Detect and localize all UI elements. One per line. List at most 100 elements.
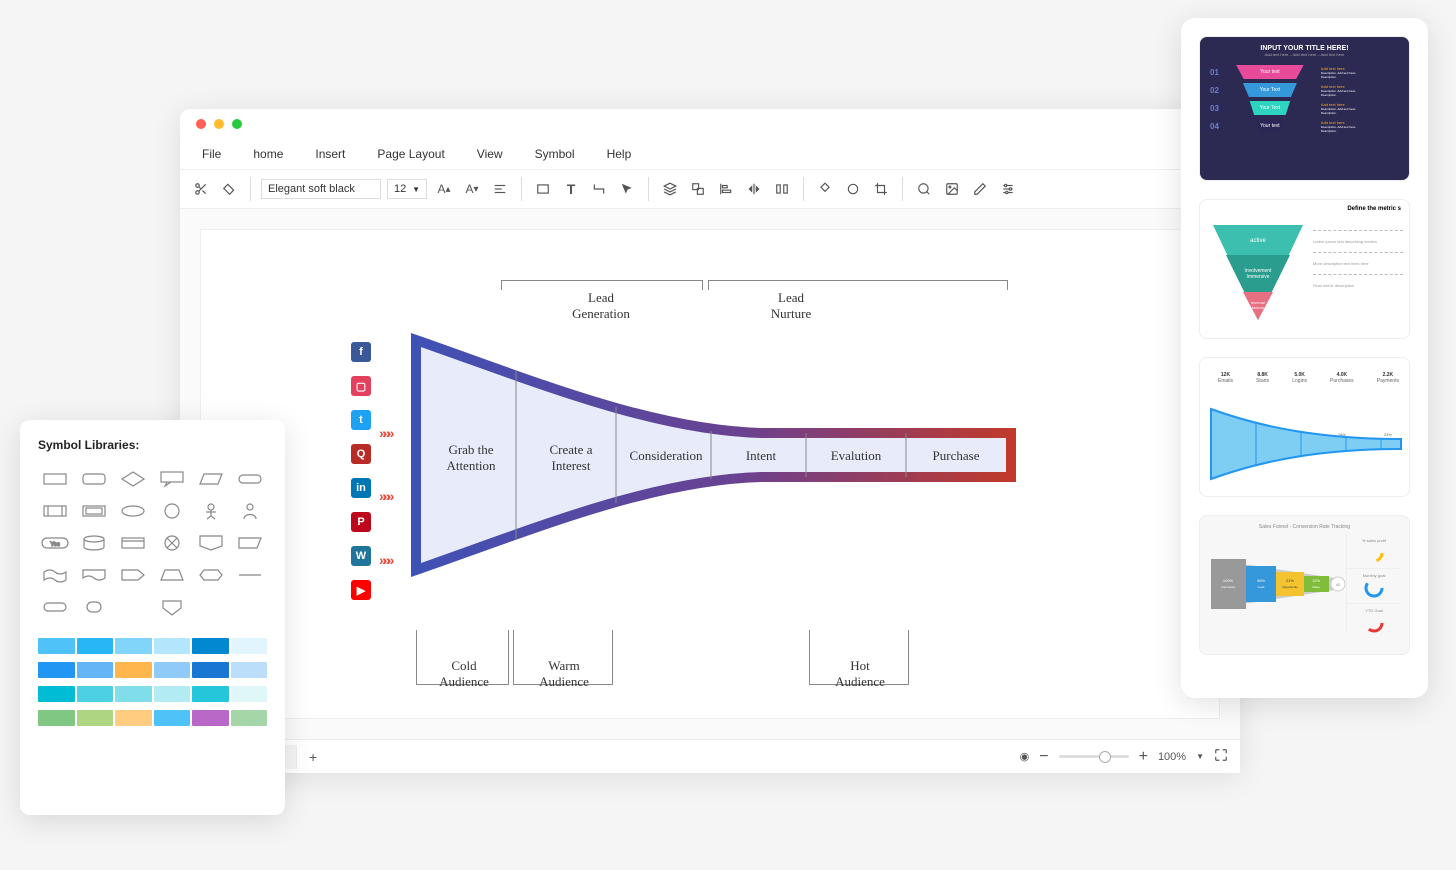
shape-yes-pill[interactable]: Yes <box>38 530 71 556</box>
shape-cylinder[interactable] <box>77 530 110 556</box>
menu-home[interactable]: home <box>239 143 297 165</box>
shape-double-rect[interactable] <box>77 498 110 524</box>
template-thumb-2[interactable]: Define the metric s active Involvement I… <box>1199 199 1410 339</box>
shape-circle[interactable] <box>156 498 189 524</box>
stage-intent: Intent <box>716 448 806 464</box>
flip-icon[interactable] <box>743 178 765 200</box>
pinterest-icon: P <box>351 512 371 532</box>
menu-help[interactable]: Help <box>593 143 646 165</box>
twitter-icon: t <box>351 410 371 430</box>
svg-text:Lead: Lead <box>1258 585 1265 589</box>
menu-file[interactable]: File <box>188 143 235 165</box>
shape-tag[interactable] <box>116 562 149 588</box>
t1-title: INPUT YOUR TITLE HERE! <box>1200 37 1409 52</box>
shape-blank[interactable] <box>116 594 149 620</box>
pen-icon[interactable] <box>969 178 991 200</box>
template-thumb-1[interactable]: INPUT YOUR TITLE HERE! Add text here – A… <box>1199 36 1410 181</box>
play-icon[interactable]: ◉ <box>1020 750 1030 763</box>
shape-rectangle[interactable] <box>38 466 71 492</box>
shrink-font-icon[interactable]: A▾ <box>461 178 483 200</box>
swatch-row-4[interactable] <box>38 710 267 726</box>
zoom-out-button[interactable]: − <box>1039 748 1048 766</box>
font-select[interactable]: Elegant soft black <box>261 179 381 199</box>
shape-pill[interactable] <box>234 466 267 492</box>
add-page-button[interactable]: + <box>297 743 329 771</box>
social-icons: f▢tQinPW▶ <box>351 342 371 600</box>
template-thumb-4[interactable]: Sales Funnel - Conversion Rate Tracking … <box>1199 515 1410 655</box>
shape-chip[interactable] <box>38 594 71 620</box>
shape-subprocess[interactable] <box>38 498 71 524</box>
t4-title: Sales Funnel - Conversion Rate Tracking <box>1200 516 1409 534</box>
zoom-in-button[interactable]: + <box>1139 748 1148 766</box>
svg-text:45%: 45% <box>1257 578 1265 583</box>
titlebar <box>180 109 1240 139</box>
search-icon[interactable] <box>913 178 935 200</box>
shape-offpage-left[interactable] <box>195 530 228 556</box>
font-size-select[interactable]: 12▼ <box>387 179 427 199</box>
svg-text:Opportunity: Opportunity <box>1282 585 1298 589</box>
chevron-arrows: »»» <box>379 552 390 568</box>
minimize-traffic-light[interactable] <box>214 119 224 129</box>
svg-text:Immersive: Immersive <box>1246 274 1269 280</box>
image-icon[interactable] <box>941 178 963 200</box>
shape-callout[interactable] <box>156 466 189 492</box>
youtube-icon: ▶ <box>351 580 371 600</box>
svg-text:factors: factors <box>1252 305 1264 310</box>
shape-trapezoid[interactable] <box>156 562 189 588</box>
group-icon[interactable] <box>687 178 709 200</box>
fullscreen-icon[interactable] <box>1214 748 1228 765</box>
shape-person[interactable] <box>234 498 267 524</box>
shape-summing[interactable] <box>156 530 189 556</box>
menu-view[interactable]: View <box>463 143 517 165</box>
menu-bar: File home Insert Page Layout View Symbol… <box>180 139 1240 169</box>
shape-card[interactable] <box>116 530 149 556</box>
swatch-row-2[interactable] <box>38 662 267 678</box>
distribute-icon[interactable] <box>771 178 793 200</box>
shape-rounded-rect[interactable] <box>77 466 110 492</box>
app-window: File home Insert Page Layout View Symbol… <box>180 109 1240 773</box>
settings-icon[interactable] <box>997 178 1019 200</box>
canvas[interactable]: Lead Generation Lead Nurture f▢tQinPW▶ »… <box>200 229 1220 719</box>
shape-diamond[interactable] <box>116 466 149 492</box>
zoom-slider[interactable] <box>1059 755 1129 758</box>
instagram-icon: ▢ <box>351 376 371 396</box>
crop-icon[interactable] <box>870 178 892 200</box>
shape-shield[interactable] <box>156 594 189 620</box>
layers-icon[interactable] <box>659 178 681 200</box>
shape-wave[interactable] <box>38 562 71 588</box>
zoom-percent[interactable]: 100% <box>1158 751 1186 763</box>
align-objects-icon[interactable] <box>715 178 737 200</box>
template-thumb-3[interactable]: 12KEmails8.8KStarts72%5.0KLogins77%4.0KP… <box>1199 357 1410 497</box>
rectangle-tool-icon[interactable] <box>532 178 554 200</box>
close-traffic-light[interactable] <box>196 119 206 129</box>
svg-text:Impressed: Impressed <box>1221 585 1235 589</box>
shape-effects-icon[interactable] <box>842 178 864 200</box>
shape-ellipse[interactable] <box>116 498 149 524</box>
swatch-row-3[interactable] <box>38 686 267 702</box>
format-painter-icon[interactable] <box>218 178 240 200</box>
shape-parallelogram[interactable] <box>195 466 228 492</box>
template-gallery: INPUT YOUR TITLE HERE! Add text here – A… <box>1181 18 1428 698</box>
menu-symbol[interactable]: Symbol <box>521 143 589 165</box>
grow-font-icon[interactable]: A▴ <box>433 178 455 200</box>
align-icon[interactable] <box>489 178 511 200</box>
menu-insert[interactable]: Insert <box>301 143 359 165</box>
shape-hexagon[interactable] <box>195 562 228 588</box>
shape-stadium[interactable] <box>77 594 110 620</box>
shape-actor[interactable] <box>195 498 228 524</box>
text-tool-icon[interactable]: T <box>560 178 582 200</box>
shape-divider[interactable] <box>234 562 267 588</box>
t2-title: Define the metric s <box>1347 206 1401 212</box>
swatch-row-1[interactable] <box>38 638 267 654</box>
canvas-area: Lead Generation Lead Nurture f▢tQinPW▶ »… <box>180 209 1240 739</box>
stage-purchase: Purchase <box>911 448 1001 464</box>
chevron-arrows: »»» <box>379 425 390 441</box>
menu-page-layout[interactable]: Page Layout <box>363 143 458 165</box>
shape-manual[interactable] <box>234 530 267 556</box>
shape-document[interactable] <box>77 562 110 588</box>
cut-icon[interactable] <box>190 178 212 200</box>
pointer-tool-icon[interactable] <box>616 178 638 200</box>
connector-tool-icon[interactable] <box>588 178 610 200</box>
maximize-traffic-light[interactable] <box>232 119 242 129</box>
fill-color-icon[interactable] <box>814 178 836 200</box>
